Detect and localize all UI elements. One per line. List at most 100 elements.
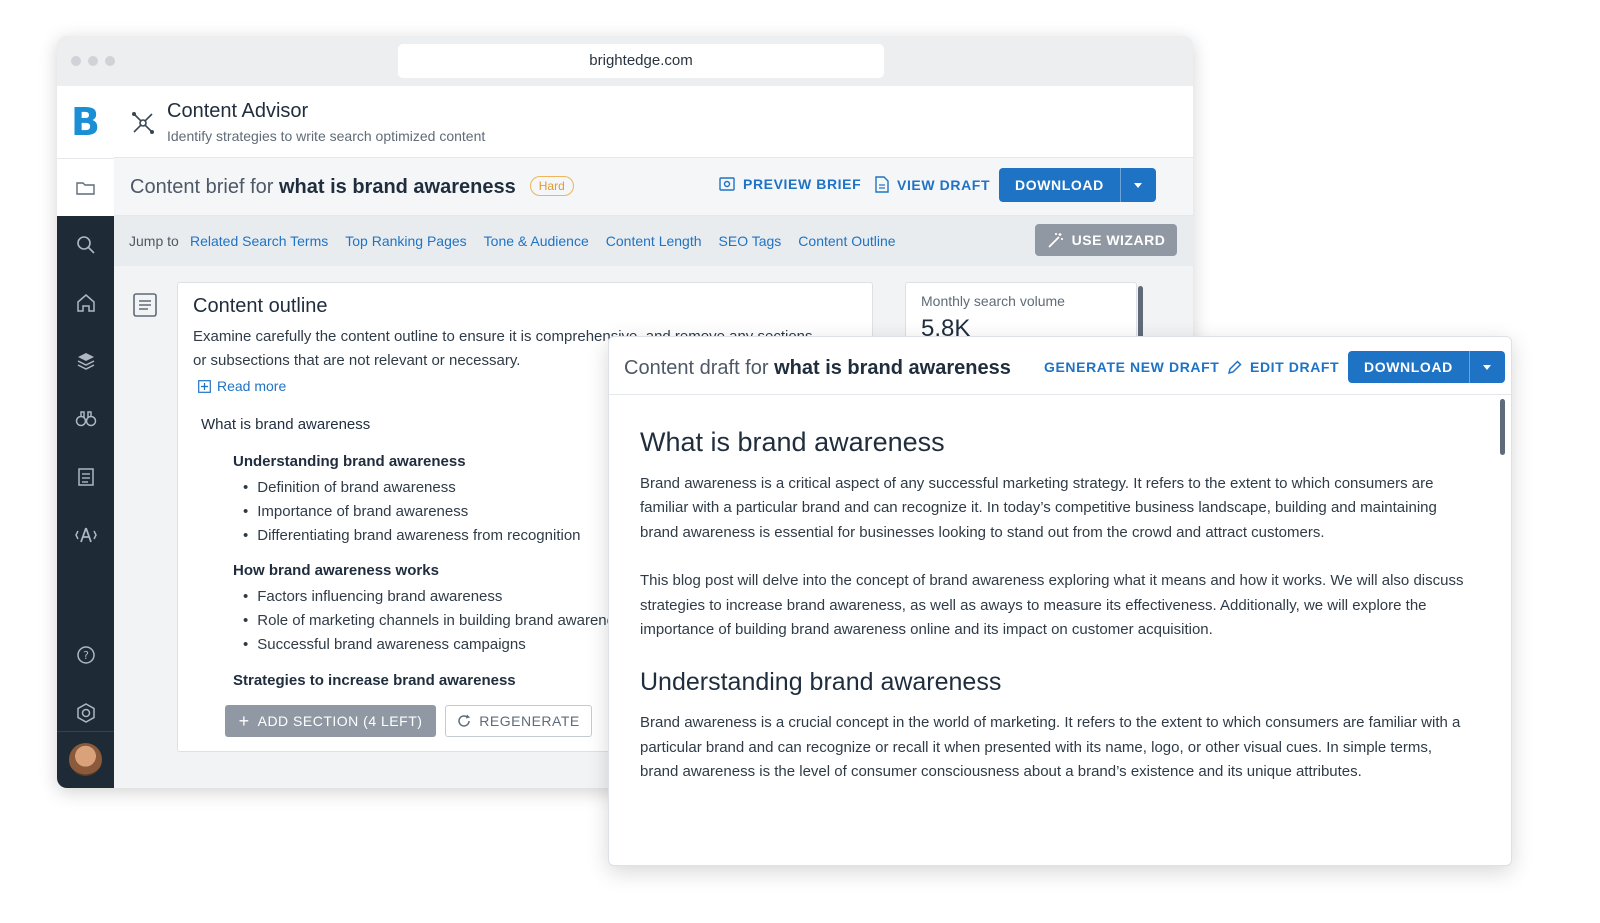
window-close-dot[interactable] [71, 56, 81, 66]
content-advisor-icon [132, 112, 154, 134]
read-more-label: Read more [217, 378, 287, 394]
report-icon [77, 468, 94, 486]
folder-icon [75, 181, 95, 195]
preview-icon [719, 177, 735, 191]
jump-links: Related Search Terms Top Ranking Pages T… [190, 233, 896, 249]
app-title: Content Advisor [167, 100, 309, 122]
caret-down-icon [1483, 364, 1492, 370]
draft-body: What is brand awareness Brand awareness … [640, 427, 1470, 809]
use-wizard-label: USE WIZARD [1071, 232, 1166, 248]
difficulty-badge: Hard [529, 176, 574, 196]
sidebar-item-reports[interactable] [57, 448, 114, 506]
address-bar[interactable]: brightedge.com [398, 44, 884, 78]
draft-scrollbar[interactable] [1500, 399, 1505, 455]
sidebar-item-layers[interactable] [57, 332, 114, 390]
home-icon [76, 294, 95, 312]
brief-title-prefix: Content brief for [130, 176, 279, 198]
generate-new-draft-label: GENERATE NEW DRAFT [1044, 359, 1220, 375]
draft-toolbar: Content draft for what is brand awarenes… [609, 337, 1511, 395]
draft-heading: What is brand awareness [640, 427, 945, 457]
outline-document-icon [133, 293, 157, 317]
outline-section-heading: How brand awareness works [233, 562, 439, 579]
preview-brief-button[interactable]: PREVIEW BRIEF [719, 176, 861, 192]
jump-link-content-length[interactable]: Content Length [606, 233, 702, 249]
outline-list-item: Role of marketing channels in building b… [243, 612, 630, 629]
pencil-icon [1227, 359, 1242, 374]
add-section-button[interactable]: + ADD SECTION (4 LEFT) [225, 705, 436, 737]
outline-list-item: Differentiating brand awareness from rec… [243, 527, 580, 544]
outline-title: Content outline [193, 295, 328, 317]
sidebar-divider [57, 731, 114, 732]
brief-download-button[interactable]: DOWNLOAD [999, 168, 1156, 202]
edit-draft-button[interactable]: EDIT DRAFT [1227, 359, 1339, 375]
brief-toolbar: Content brief for what is brand awarenes… [114, 158, 1193, 216]
jump-link-tone-audience[interactable]: Tone & Audience [484, 233, 589, 249]
draft-paragraph: This blog post will delve into the conce… [640, 572, 1464, 639]
view-draft-button[interactable]: VIEW DRAFT [875, 176, 990, 193]
use-wizard-button[interactable]: USE WIZARD [1035, 224, 1177, 256]
sidebar-item-insights[interactable] [57, 390, 114, 448]
window-minimize-dot[interactable] [88, 56, 98, 66]
sidebar-item-settings[interactable] [57, 684, 114, 742]
brief-download-menu-toggle[interactable] [1119, 168, 1156, 202]
svg-text:?: ? [83, 649, 89, 662]
sidebar-item-help[interactable]: ? [57, 626, 114, 684]
brief-keyword: what is brand awareness [278, 176, 516, 198]
jump-to-bar: Jump to Related Search Terms Top Ranking… [114, 216, 1193, 266]
regenerate-button[interactable]: REGENERATE [445, 705, 592, 737]
sidebar-item-home[interactable] [57, 274, 114, 332]
draft-keyword: what is brand awareness [774, 357, 1011, 379]
brief-download-label: DOWNLOAD [1015, 177, 1104, 193]
monthly-search-volume-label: Monthly search volume [921, 293, 1065, 309]
outline-section-heading: Understanding brand awareness [233, 453, 466, 470]
search-icon [76, 236, 95, 254]
sidebar-item-folder[interactable] [57, 158, 114, 216]
brief-title: Content brief for what is brand awarenes… [130, 176, 574, 199]
outline-list-item: Successful brand awareness campaigns [243, 636, 525, 653]
outline-list-item: Importance of brand awareness [243, 503, 468, 520]
sidebar-item-autopilot[interactable] [57, 506, 114, 564]
help-icon: ? [76, 646, 95, 664]
browser-chrome: brightedge.com [57, 36, 1193, 86]
draft-paragraph: Brand awareness is a crucial concept in … [640, 714, 1461, 781]
content-draft-panel: Content draft for what is brand awarenes… [608, 336, 1512, 866]
regenerate-label: REGENERATE [479, 713, 580, 729]
magic-wand-icon [1048, 232, 1063, 248]
add-section-label: ADD SECTION (4 LEFT) [257, 713, 423, 729]
sidebar-item-search[interactable] [57, 216, 114, 274]
autopilot-icon [74, 527, 97, 543]
brightedge-logo[interactable]: B [57, 86, 114, 158]
draft-title: Content draft for what is brand awarenes… [624, 357, 1011, 380]
window-maximize-dot[interactable] [105, 56, 115, 66]
draft-download-menu-toggle[interactable] [1468, 351, 1505, 383]
draft-download-button[interactable]: DOWNLOAD [1348, 351, 1505, 383]
draft-download-label: DOWNLOAD [1364, 359, 1453, 375]
read-more-link[interactable]: Read more [198, 378, 286, 394]
plus-icon: + [238, 711, 250, 731]
jump-link-related-search-terms[interactable]: Related Search Terms [190, 233, 328, 249]
app-subtitle: Identify strategies to write search opti… [167, 128, 486, 144]
settings-icon [76, 703, 95, 723]
jump-link-top-ranking-pages[interactable]: Top Ranking Pages [345, 233, 466, 249]
outline-list-item: Definition of brand awareness [243, 479, 455, 496]
outline-h1: What is brand awareness [201, 416, 371, 433]
draft-paragraph: Brand awareness is a critical aspect of … [640, 475, 1437, 541]
binoculars-icon [75, 411, 96, 427]
jump-link-content-outline[interactable]: Content Outline [798, 233, 895, 249]
expand-plus-icon [198, 379, 211, 393]
preview-brief-label: PREVIEW BRIEF [743, 176, 862, 192]
outline-list-item: Factors influencing brand awareness [243, 588, 502, 605]
draft-title-prefix: Content draft for [624, 357, 775, 379]
document-icon [875, 176, 889, 193]
layers-icon [77, 353, 94, 370]
sidebar: B ? [57, 86, 114, 788]
edit-draft-label: EDIT DRAFT [1250, 359, 1340, 375]
outline-section-heading: Strategies to increase brand awareness [233, 672, 516, 689]
jump-to-label: Jump to [129, 233, 179, 249]
caret-down-icon [1134, 182, 1143, 188]
jump-link-seo-tags[interactable]: SEO Tags [719, 233, 782, 249]
refresh-icon [458, 714, 471, 727]
avatar[interactable] [69, 743, 102, 776]
generate-new-draft-button[interactable]: GENERATE NEW DRAFT [1044, 359, 1219, 375]
draft-heading: Understanding brand awareness [640, 668, 1002, 697]
